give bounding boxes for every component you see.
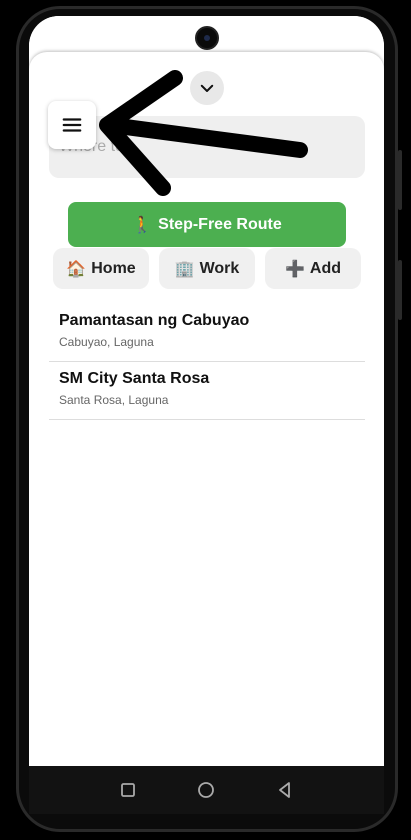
home-label: Home: [91, 259, 136, 277]
hamburger-menu-icon: [62, 118, 82, 132]
power-button: [398, 260, 402, 320]
add-label: Add: [309, 259, 342, 277]
walking-person-icon: 🚶: [132, 216, 153, 234]
place-name: SM City Santa Rosa: [59, 370, 210, 387]
place-address: Santa Rosa, Laguna: [59, 393, 169, 407]
recent-apps-icon[interactable]: [118, 780, 138, 800]
annotation-arrow: [99, 70, 308, 196]
add-shortcut-button[interactable]: ➕ Add: [265, 248, 361, 289]
volume-button: [398, 150, 402, 210]
place-name: Pamantasan ng Cabuyao: [59, 312, 250, 329]
work-shortcut-button[interactable]: 🏢 Work: [159, 248, 255, 289]
home-shortcut-button[interactable]: 🏠 Home: [53, 248, 149, 289]
place-address: Cabuyao, Laguna: [59, 335, 154, 349]
front-camera: [195, 26, 219, 50]
plus-icon: ➕: [284, 260, 305, 278]
place-list-item[interactable]: SM City Santa Rosa Santa Rosa, Laguna: [49, 362, 365, 420]
back-triangle-icon[interactable]: [275, 780, 295, 800]
step-free-route-button[interactable]: 🚶 Step-Free Route: [68, 202, 346, 247]
place-list-item[interactable]: Pamantasan ng Cabuyao Cabuyao, Laguna: [49, 304, 365, 362]
menu-button[interactable]: [48, 101, 96, 149]
house-icon: 🏠: [66, 260, 87, 278]
work-label: Work: [199, 259, 240, 277]
office-building-icon: 🏢: [174, 260, 195, 278]
home-circle-icon[interactable]: [196, 780, 216, 800]
step-free-route-label: Step-Free Route: [158, 215, 282, 233]
system-navigation-bar: [29, 766, 384, 814]
